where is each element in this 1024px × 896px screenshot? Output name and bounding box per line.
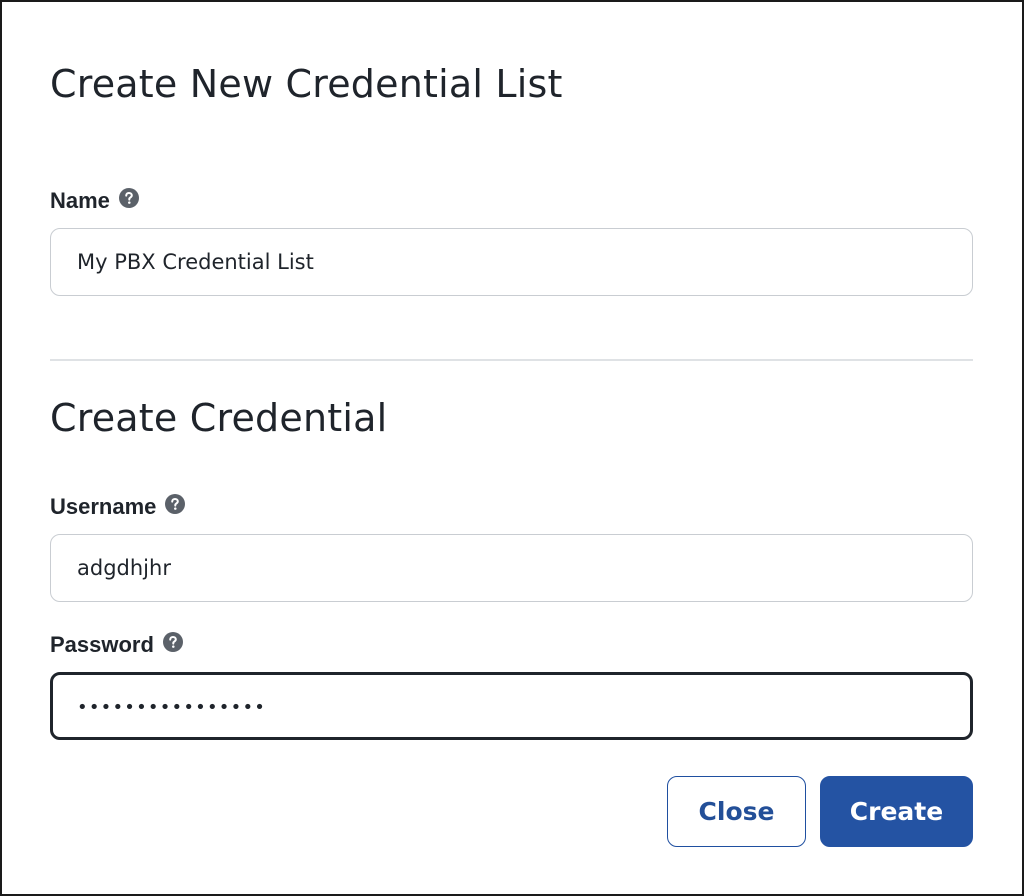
- name-label-row: Name: [50, 188, 139, 214]
- close-button[interactable]: Close: [667, 776, 806, 847]
- dialog-title: Create New Credential List: [50, 62, 563, 106]
- username-label: Username: [50, 494, 157, 519]
- password-label-row: Password: [50, 632, 183, 658]
- password-input[interactable]: ••••••••••••••••: [50, 672, 973, 740]
- username-help-icon[interactable]: [165, 494, 186, 514]
- name-label: Name: [50, 188, 110, 213]
- username-label-row: Username: [50, 494, 186, 520]
- name-input[interactable]: My PBX Credential List: [50, 228, 973, 296]
- section-divider: [50, 359, 973, 361]
- password-help-icon[interactable]: [162, 632, 183, 652]
- password-label: Password: [50, 632, 154, 657]
- username-input[interactable]: adgdhjhr: [50, 534, 973, 602]
- password-masked-value: ••••••••••••••••: [77, 697, 267, 718]
- create-credential-heading: Create Credential: [50, 396, 388, 440]
- name-help-icon[interactable]: [118, 188, 139, 208]
- create-credential-list-dialog: Create New Credential List Name My PBX C…: [0, 0, 1024, 896]
- create-button[interactable]: Create: [820, 776, 973, 847]
